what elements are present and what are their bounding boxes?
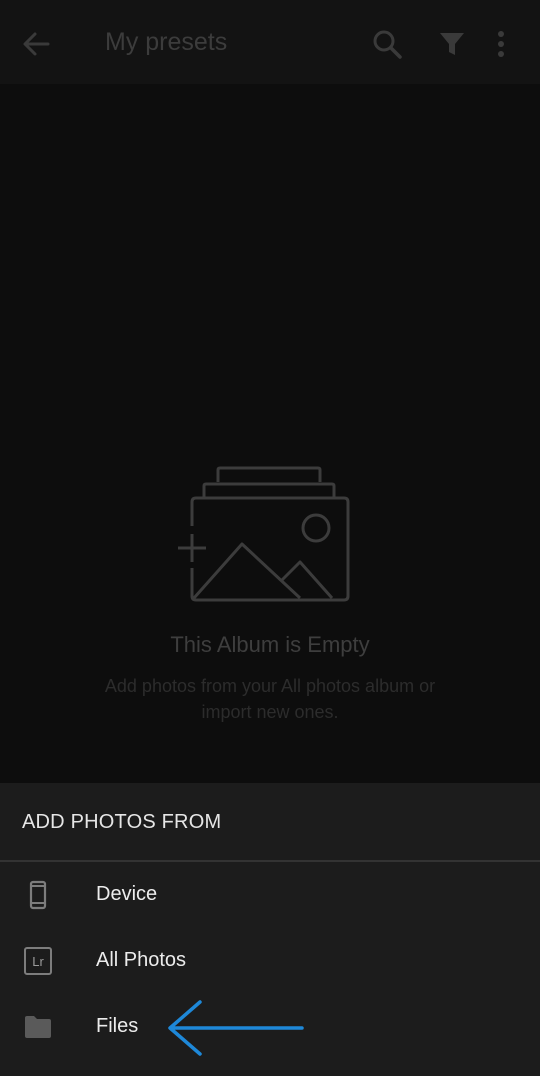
sheet-header: ADD PHOTOS FROM: [22, 811, 222, 833]
divider: [0, 860, 540, 862]
sheet-item-device[interactable]: Device: [0, 863, 540, 929]
filter-icon[interactable]: [436, 28, 468, 60]
lightroom-icon-text: Lr: [32, 954, 44, 969]
top-toolbar: My presets: [0, 0, 540, 84]
search-icon[interactable]: [370, 27, 404, 61]
phone-icon: [22, 879, 54, 911]
sheet-item-all-photos[interactable]: Lr All Photos: [0, 929, 540, 995]
pointer-arrow-icon: [160, 998, 310, 1062]
more-vertical-icon[interactable]: [490, 27, 512, 61]
empty-state-description: Add photos from your All photos album or…: [104, 676, 436, 722]
lightroom-icon: Lr: [22, 945, 54, 977]
back-arrow-icon[interactable]: [18, 26, 54, 62]
app-screen: My presets This Album is Empty Add photo…: [0, 0, 540, 1076]
folder-icon: [22, 1011, 54, 1043]
sheet-item-label: Files: [96, 1015, 139, 1037]
page-title: My presets: [105, 28, 228, 56]
add-photo-stack-icon: [170, 462, 370, 612]
sheet-item-label: All Photos: [96, 949, 187, 971]
empty-state-title: This Album is Empty: [170, 632, 370, 657]
sheet-item-label: Device: [96, 883, 158, 905]
